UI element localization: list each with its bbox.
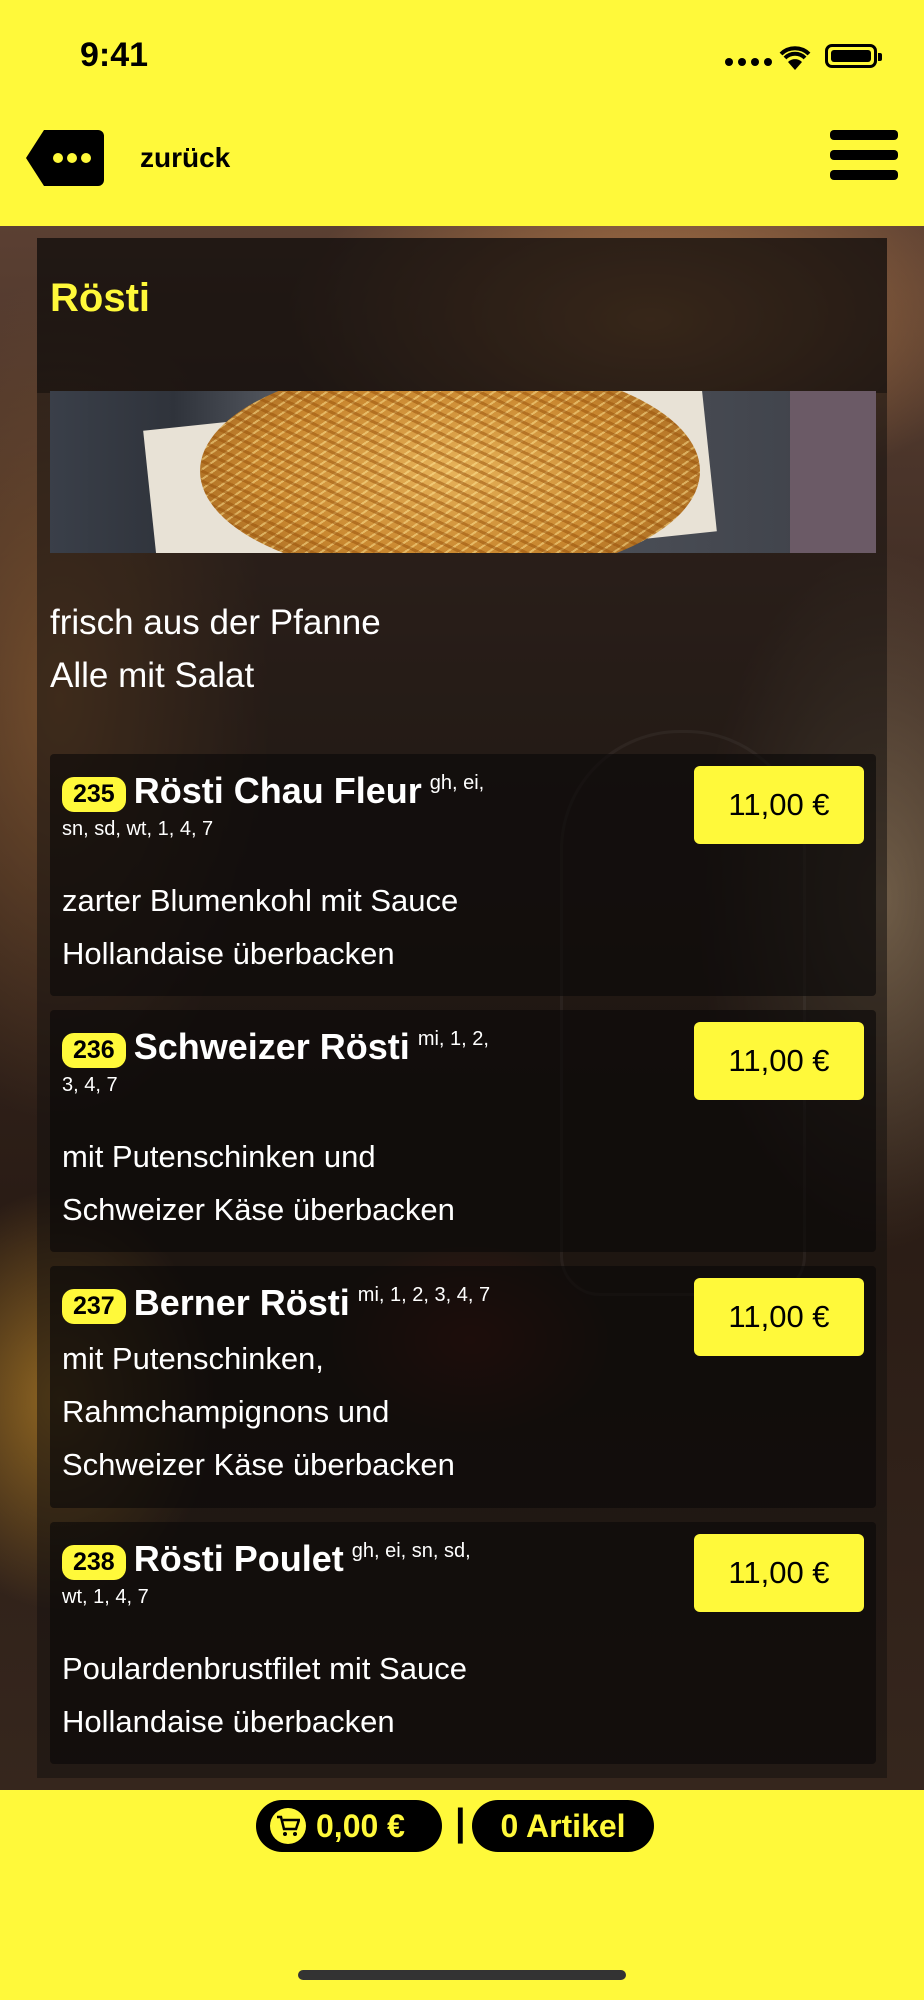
category-card: Rösti frisch aus der Pfanne Alle mit Sal…	[37, 238, 887, 1778]
item-description: zarter Blumenkohl mit Sauce Hollandaise …	[62, 874, 458, 980]
status-time: 9:41	[80, 36, 149, 74]
desc-line: Schweizer Käse überbacken	[62, 1447, 455, 1482]
item-name: Berner Rösti	[133, 1282, 350, 1323]
back-link[interactable]: zurück	[140, 142, 230, 174]
item-header: 235 Rösti Chau Fleur gh, ei, sn, sd, wt, 1…	[62, 770, 562, 841]
item-allergens: mi, 1, 2, 3, 4, 7	[357, 1284, 491, 1306]
cart-item-count-button[interactable]: 0 Artikel	[472, 1800, 654, 1852]
desc-line: Hollandaise überbacken	[62, 936, 395, 971]
item-allergens-cont: 3, 4, 7	[62, 1074, 118, 1097]
menu-item-238[interactable]: 238 Rösti Poulet gh, ei, sn, sd, wt, 1, 4,…	[50, 1522, 876, 1764]
desc-line: Rahmchampignons und	[62, 1394, 390, 1429]
menu-item-235[interactable]: 235 Rösti Chau Fleur gh, ei, sn, sd, wt, 1…	[50, 754, 876, 996]
item-description: mit Putenschinken, Rahmchampignons und S…	[62, 1332, 455, 1491]
price-button[interactable]: 11,00 €	[694, 1534, 864, 1612]
item-name: Rösti Poulet	[133, 1538, 344, 1579]
desc-line: mit Putenschinken,	[62, 1341, 324, 1376]
desc-line: zarter Blumenkohl mit Sauce	[62, 883, 459, 918]
battery-icon	[825, 44, 882, 68]
item-number-badge: 237	[62, 1289, 126, 1325]
item-number-badge: 235	[62, 777, 126, 813]
cart-bar: 0,00 € | 0 Artikel	[0, 1790, 924, 2000]
item-number-badge: 236	[62, 1033, 126, 1069]
desc-line: Schweizer Käse überbacken	[62, 1192, 455, 1227]
category-hero-image	[50, 391, 876, 553]
intro-line: frisch aus der Pfanne	[50, 603, 381, 642]
item-number-badge: 238	[62, 1545, 126, 1581]
menu-item-237[interactable]: 237 Berner Rösti mi, 1, 2, 3, 4, 7 mit Put…	[50, 1266, 876, 1508]
cart-separator: |	[455, 1802, 466, 1844]
shopping-cart-icon	[270, 1808, 306, 1844]
desc-line: Poulardenbrustfilet mit Sauce	[62, 1651, 467, 1686]
desc-line: mit Putenschinken und	[62, 1139, 376, 1174]
menu-item-236[interactable]: 236 Schweizer Rösti mi, 1, 2, 3, 4, 7 mit …	[50, 1010, 876, 1252]
item-description: Poulardenbrustfilet mit Sauce Hollandais…	[62, 1642, 467, 1748]
item-header: 236 Schweizer Rösti mi, 1, 2, 3, 4, 7	[62, 1026, 562, 1097]
cart-total-button[interactable]: 0,00 €	[256, 1800, 442, 1852]
item-allergens: gh, ei,	[429, 772, 485, 794]
item-description: mit Putenschinken und Schweizer Käse übe…	[62, 1130, 455, 1236]
home-indicator	[298, 1970, 626, 1980]
price-button[interactable]: 11,00 €	[694, 1278, 864, 1356]
price-button[interactable]: 11,00 €	[694, 766, 864, 844]
hamburger-menu-icon[interactable]	[830, 130, 898, 188]
signal-icon	[725, 58, 772, 66]
item-allergens-cont: sn, sd, wt, 1, 4, 7	[62, 818, 214, 841]
category-title: Rösti	[50, 276, 150, 320]
cart-total-amount: 0,00 €	[316, 1807, 405, 1844]
intro-line: Alle mit Salat	[50, 656, 255, 695]
item-allergens: mi, 1, 2,	[417, 1028, 489, 1050]
item-name: Schweizer Rösti	[133, 1026, 410, 1067]
item-allergens-cont: wt, 1, 4, 7	[62, 1586, 149, 1609]
app-header: zurück	[0, 92, 924, 226]
price-button[interactable]: 11,00 €	[694, 1022, 864, 1100]
item-header: 237 Berner Rösti mi, 1, 2, 3, 4, 7	[62, 1282, 562, 1328]
item-name: Rösti Chau Fleur	[133, 770, 422, 811]
item-header: 238 Rösti Poulet gh, ei, sn, sd, wt, 1, 4,…	[62, 1538, 562, 1609]
category-intro: frisch aus der Pfanne Alle mit Salat	[50, 596, 381, 702]
status-bar: 9:41	[0, 0, 924, 92]
wifi-icon	[779, 46, 811, 70]
category-title-bar: Rösti	[37, 238, 887, 393]
item-allergens: gh, ei, sn, sd,	[351, 1540, 471, 1562]
back-tag-icon[interactable]	[24, 128, 104, 188]
desc-line: Hollandaise überbacken	[62, 1704, 395, 1739]
